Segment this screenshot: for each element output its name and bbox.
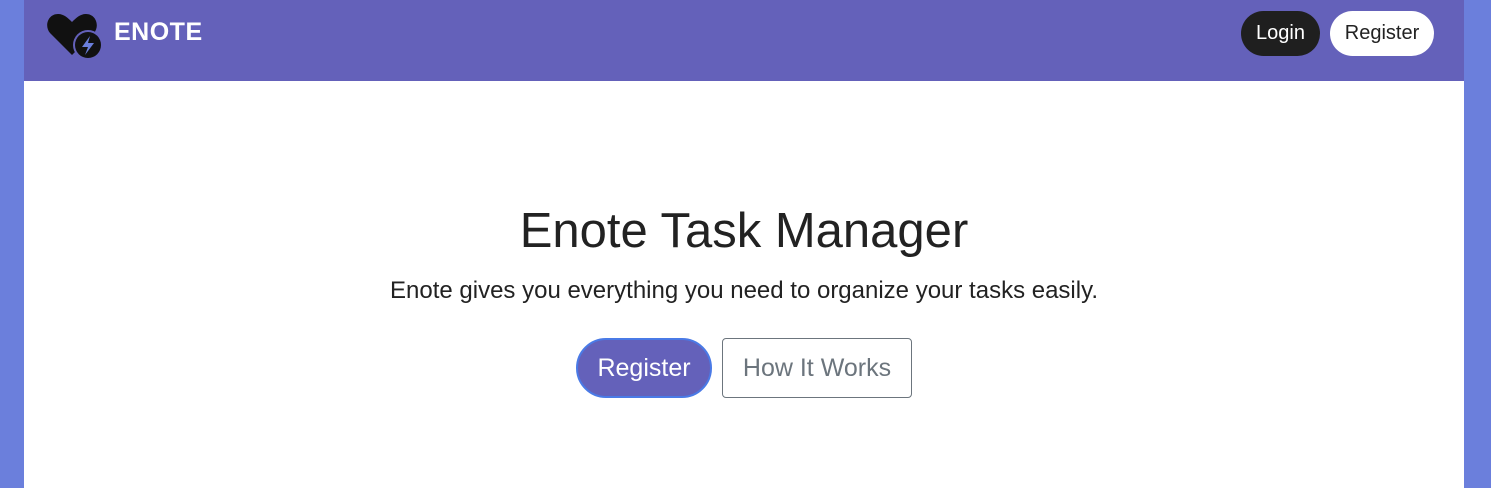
brand-name: ENOTE: [114, 17, 203, 46]
hero-subtitle: Enote gives you everything you need to o…: [390, 277, 1098, 304]
navbar: ENOTE Login Register: [24, 0, 1464, 81]
hero-title: Enote Task Manager: [519, 204, 969, 258]
nav-register-button[interactable]: Register: [1330, 11, 1434, 56]
heart-lightning-icon: [46, 11, 106, 61]
hero-actions: Register How It Works: [24, 338, 1464, 398]
how-it-works-button[interactable]: How It Works: [722, 338, 912, 398]
hero-register-button[interactable]: Register: [576, 338, 712, 398]
login-button[interactable]: Login: [1241, 11, 1320, 56]
nav-actions: Login Register: [1241, 11, 1434, 56]
brand-link[interactable]: ENOTE: [46, 11, 203, 61]
page: ENOTE Login Register Enote Task Manager …: [24, 0, 1464, 488]
